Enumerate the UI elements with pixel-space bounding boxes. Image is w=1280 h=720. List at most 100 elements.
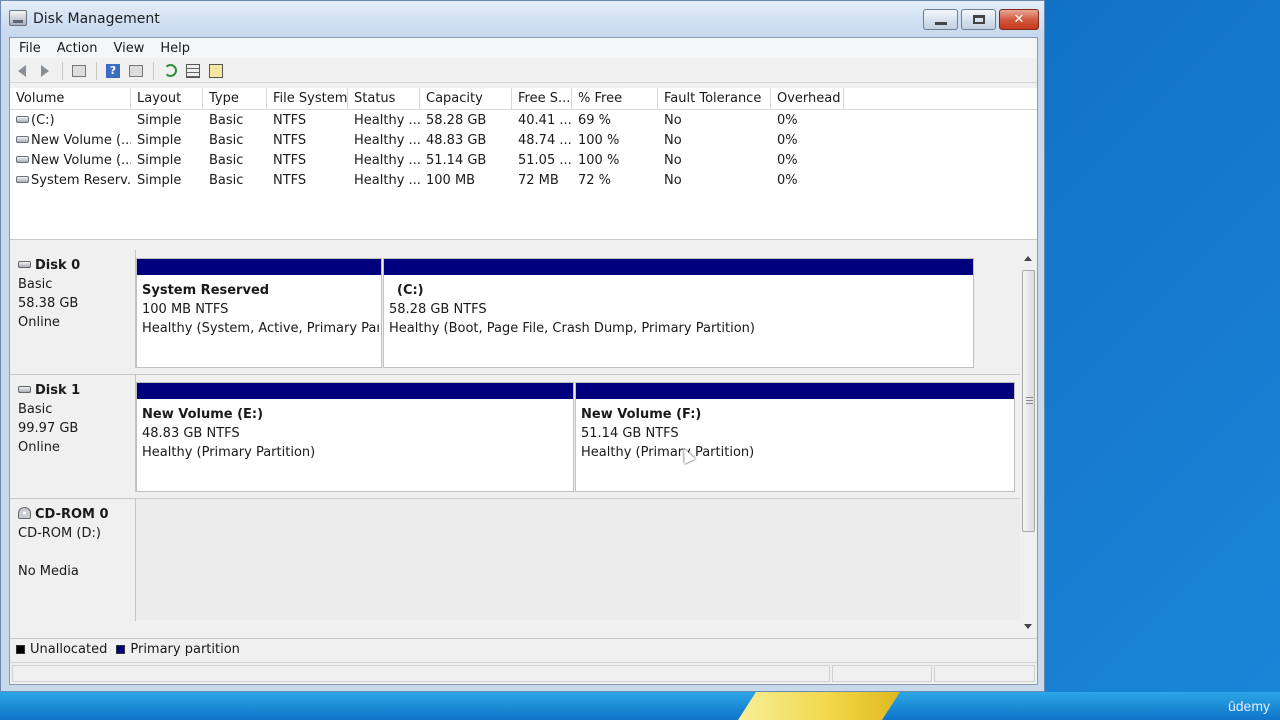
back-button[interactable]	[12, 61, 32, 81]
legend-swatch-primary	[116, 645, 126, 654]
column-header-overhead[interactable]: Overhead	[771, 88, 844, 110]
close-button[interactable]: ✕	[999, 9, 1039, 30]
cdrom-0-media: No Media	[18, 564, 79, 579]
graphical-view-scrollbar[interactable]	[1020, 250, 1037, 636]
column-header-capacity[interactable]: Capacity	[420, 88, 512, 110]
cell-percent-free: 100 %	[578, 153, 620, 168]
cell-layout: Simple	[137, 153, 182, 168]
menu-bar: File Action View Help	[10, 38, 1037, 58]
volume-row[interactable]: (C:) Simple Basic NTFS Healthy ... 58.28…	[10, 111, 1037, 131]
help-button[interactable]: ?	[103, 61, 123, 81]
title-bar[interactable]: Disk Management ✕	[1, 1, 1044, 37]
cell-type: Basic	[209, 173, 244, 188]
cell-percent-free: 72 %	[578, 173, 612, 188]
column-header-type[interactable]: Type	[203, 88, 267, 110]
disk-0-name-line: Disk 0	[18, 256, 135, 275]
show-pane-icon	[129, 64, 143, 77]
cell-status: Healthy ...	[354, 133, 420, 148]
cell-status: Healthy ...	[354, 173, 420, 188]
console-tree-icon	[72, 64, 86, 77]
back-arrow-icon	[18, 64, 26, 77]
cell-free-space: 72 MB	[518, 173, 559, 188]
cell-status: Healthy ...	[354, 153, 420, 168]
cell-fault-tolerance: No	[664, 153, 682, 168]
disk-1-type: Basic	[18, 402, 53, 417]
taskbar	[0, 692, 1280, 720]
cell-capacity: 58.28 GB	[426, 113, 487, 128]
partition-size: 51.14 GB NTFS	[581, 426, 679, 441]
partition-info: New Volume (F:) 51.14 GB NTFS Healthy (P…	[581, 405, 1012, 462]
status-pane-tertiary	[934, 665, 1035, 682]
partition-title: (C:)	[397, 283, 424, 298]
cdrom-0-label[interactable]: CD-ROM 0 CD-ROM (D:) No Media	[10, 499, 136, 621]
toolbar-separator	[96, 61, 97, 80]
disk-icon	[18, 260, 31, 268]
status-pane-main	[12, 665, 830, 682]
scrollbar-grip-icon	[1026, 397, 1033, 404]
scroll-up-arrow-icon[interactable]	[1024, 256, 1032, 261]
cell-file-system: NTFS	[273, 133, 307, 148]
cell-overhead: 0%	[777, 113, 798, 128]
cell-layout: Simple	[137, 173, 182, 188]
rescan-button[interactable]	[206, 61, 226, 81]
scrollbar-thumb[interactable]	[1022, 270, 1035, 532]
cdrom-0-name-line: CD-ROM 0	[18, 505, 135, 524]
legend-unallocated: Unallocated	[16, 642, 107, 657]
cell-status: Healthy ...	[354, 113, 420, 128]
minimize-button[interactable]	[923, 9, 958, 30]
toolbar-separator	[62, 61, 63, 80]
menu-file[interactable]: File	[11, 41, 49, 56]
forward-button[interactable]	[35, 61, 55, 81]
cell-type: Basic	[209, 113, 244, 128]
scroll-down-arrow-icon[interactable]	[1024, 624, 1032, 629]
properties-button[interactable]	[183, 61, 203, 81]
volume-row[interactable]: New Volume (... Simple Basic NTFS Health…	[10, 131, 1037, 151]
partition-f[interactable]: New Volume (F:) 51.14 GB NTFS Healthy (P…	[575, 382, 1015, 492]
cell-percent-free: 100 %	[578, 133, 620, 148]
volume-row[interactable]: System Reserv... Simple Basic NTFS Healt…	[10, 171, 1037, 191]
partition-title: New Volume (F:)	[581, 407, 702, 422]
maximize-button[interactable]	[961, 9, 996, 30]
cell-capacity: 48.83 GB	[426, 133, 487, 148]
cell-file-system: NTFS	[273, 173, 307, 188]
status-bar	[10, 662, 1037, 684]
column-header-file-system[interactable]: File System	[267, 88, 348, 110]
disk-management-window: Disk Management ✕ File Action View Help …	[0, 0, 1045, 692]
partition-size: 100 MB NTFS	[142, 302, 229, 317]
volume-list-header: Volume Layout Type File System Status Ca…	[10, 88, 1037, 110]
console-tree-button[interactable]	[69, 61, 89, 81]
column-header-volume[interactable]: Volume	[10, 88, 131, 110]
column-header-percent-free[interactable]: % Free	[572, 88, 658, 110]
menu-view[interactable]: View	[105, 41, 152, 56]
cell-file-system: NTFS	[273, 153, 307, 168]
refresh-button[interactable]	[160, 61, 180, 81]
cell-free-space: 40.41 ...	[518, 113, 572, 128]
column-header-layout[interactable]: Layout	[131, 88, 203, 110]
disk-1-label[interactable]: Disk 1 Basic 99.97 GB Online	[10, 375, 136, 492]
volume-row[interactable]: New Volume (... Simple Basic NTFS Health…	[10, 151, 1037, 171]
column-header-fault-tolerance[interactable]: Fault Tolerance	[658, 88, 771, 110]
menu-help[interactable]: Help	[152, 41, 198, 56]
disk-1-name: Disk 1	[35, 383, 81, 398]
primary-partition-band	[137, 383, 573, 399]
menu-action[interactable]: Action	[49, 41, 106, 56]
disk-0-label[interactable]: Disk 0 Basic 58.38 GB Online	[10, 250, 136, 368]
partition-system-reserved[interactable]: System Reserved 100 MB NTFS Healthy (Sys…	[136, 258, 382, 368]
cell-type: Basic	[209, 153, 244, 168]
udemy-watermark: ûdemy	[1227, 698, 1270, 714]
partition-status: Healthy (System, Active, Primary Parti	[142, 321, 379, 336]
cell-fault-tolerance: No	[664, 173, 682, 188]
disk-1-size: 99.97 GB	[18, 421, 79, 436]
column-header-status[interactable]: Status	[348, 88, 420, 110]
partition-e[interactable]: New Volume (E:) 48.83 GB NTFS Healthy (P…	[136, 382, 574, 492]
partition-info: (C:) 58.28 GB NTFS Healthy (Boot, Page F…	[389, 281, 971, 338]
show-pane-button[interactable]	[126, 61, 146, 81]
column-header-free-space[interactable]: Free S...	[512, 88, 572, 110]
legend-label-unallocated: Unallocated	[30, 642, 108, 657]
partition-info: New Volume (E:) 48.83 GB NTFS Healthy (P…	[142, 405, 571, 462]
disk-0-state: Online	[18, 315, 60, 330]
partition-c[interactable]: (C:) 58.28 GB NTFS Healthy (Boot, Page F…	[383, 258, 974, 368]
disk-management-app-icon[interactable]	[9, 10, 27, 26]
disk-0-size: 58.38 GB	[18, 296, 79, 311]
legend-bar: Unallocated Primary partition	[10, 638, 1037, 660]
